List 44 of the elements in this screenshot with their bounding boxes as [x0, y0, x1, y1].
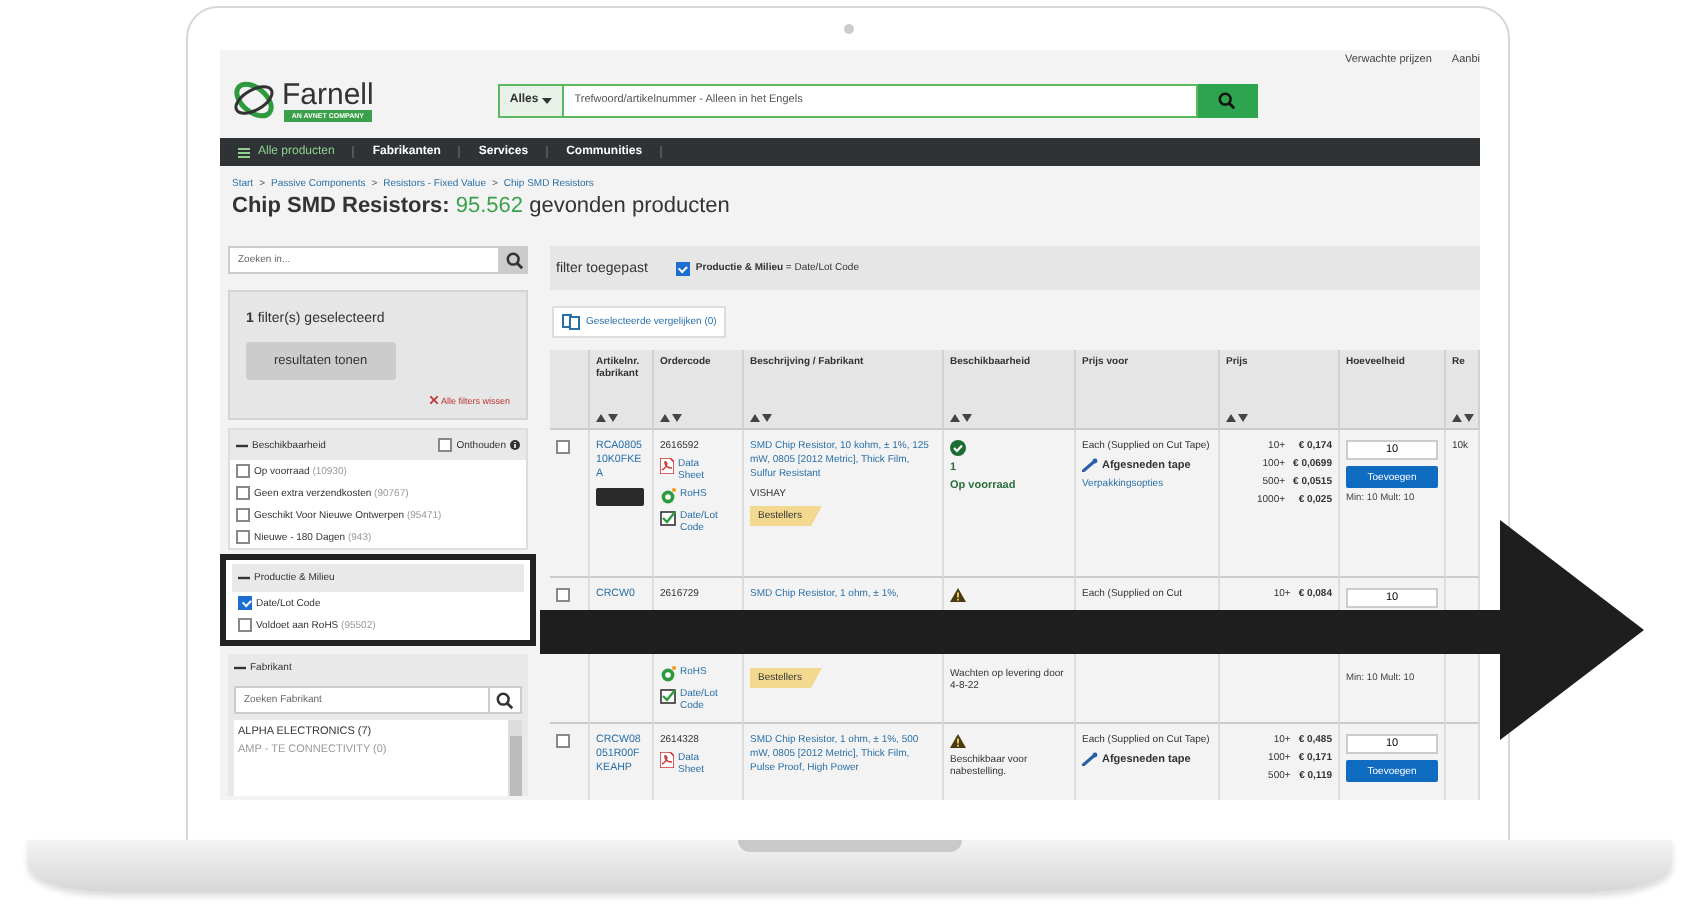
filter-checkbox[interactable]: [236, 486, 250, 500]
caret-icon: [542, 97, 553, 103]
search-button[interactable]: [500, 246, 528, 274]
sort-arrows-icon[interactable]: [1226, 414, 1248, 422]
remember-checkbox[interactable]: [438, 438, 453, 452]
sort-arrows-icon[interactable]: [596, 414, 618, 422]
search-icon: [1218, 91, 1237, 109]
filter-checkbox[interactable]: [238, 618, 252, 632]
check-circle-icon: [950, 440, 966, 456]
row-checkbox[interactable]: [556, 734, 570, 748]
info-icon: [510, 440, 520, 450]
page-title: Chip SMD Resistors: 95.562 gevonden producten: [232, 194, 732, 218]
search-button[interactable]: [1197, 83, 1258, 117]
compare-icon: [562, 314, 580, 330]
sort-arrows-icon[interactable]: [750, 414, 772, 422]
leaf-badge-icon: [660, 488, 676, 504]
warning-icon: [950, 734, 966, 748]
row-checkbox[interactable]: [556, 588, 570, 602]
checklist-icon: [660, 688, 676, 704]
search-icon: [505, 251, 523, 269]
filter-checkbox[interactable]: [236, 530, 250, 544]
pdf-icon: [660, 752, 674, 768]
tape-icon: [1082, 458, 1098, 472]
pdf-icon: [660, 458, 674, 474]
camera-dot: [844, 24, 854, 34]
sort-arrows-icon[interactable]: [950, 414, 972, 422]
filter-checkbox[interactable]: [236, 508, 250, 522]
close-icon: [430, 396, 439, 404]
row-checkbox[interactable]: [556, 440, 570, 454]
warning-icon: [950, 588, 966, 602]
brand-name: Farnell: [282, 79, 374, 109]
menu-icon: [238, 147, 250, 157]
scrollbar[interactable]: [508, 720, 522, 796]
leaf-badge-icon: [660, 666, 676, 682]
tape-icon: [1082, 752, 1098, 766]
search-icon: [496, 691, 514, 709]
filter-checkbox[interactable]: [236, 464, 250, 478]
checklist-icon: [660, 510, 676, 526]
component-photo: [596, 488, 644, 506]
filter-checkbox[interactable]: [238, 596, 252, 610]
sort-arrows-icon[interactable]: [1452, 414, 1474, 422]
sort-arrows-icon[interactable]: [660, 414, 682, 422]
applied-filter-checkbox[interactable]: [675, 261, 690, 275]
swirl-logo-icon: [232, 78, 276, 122]
